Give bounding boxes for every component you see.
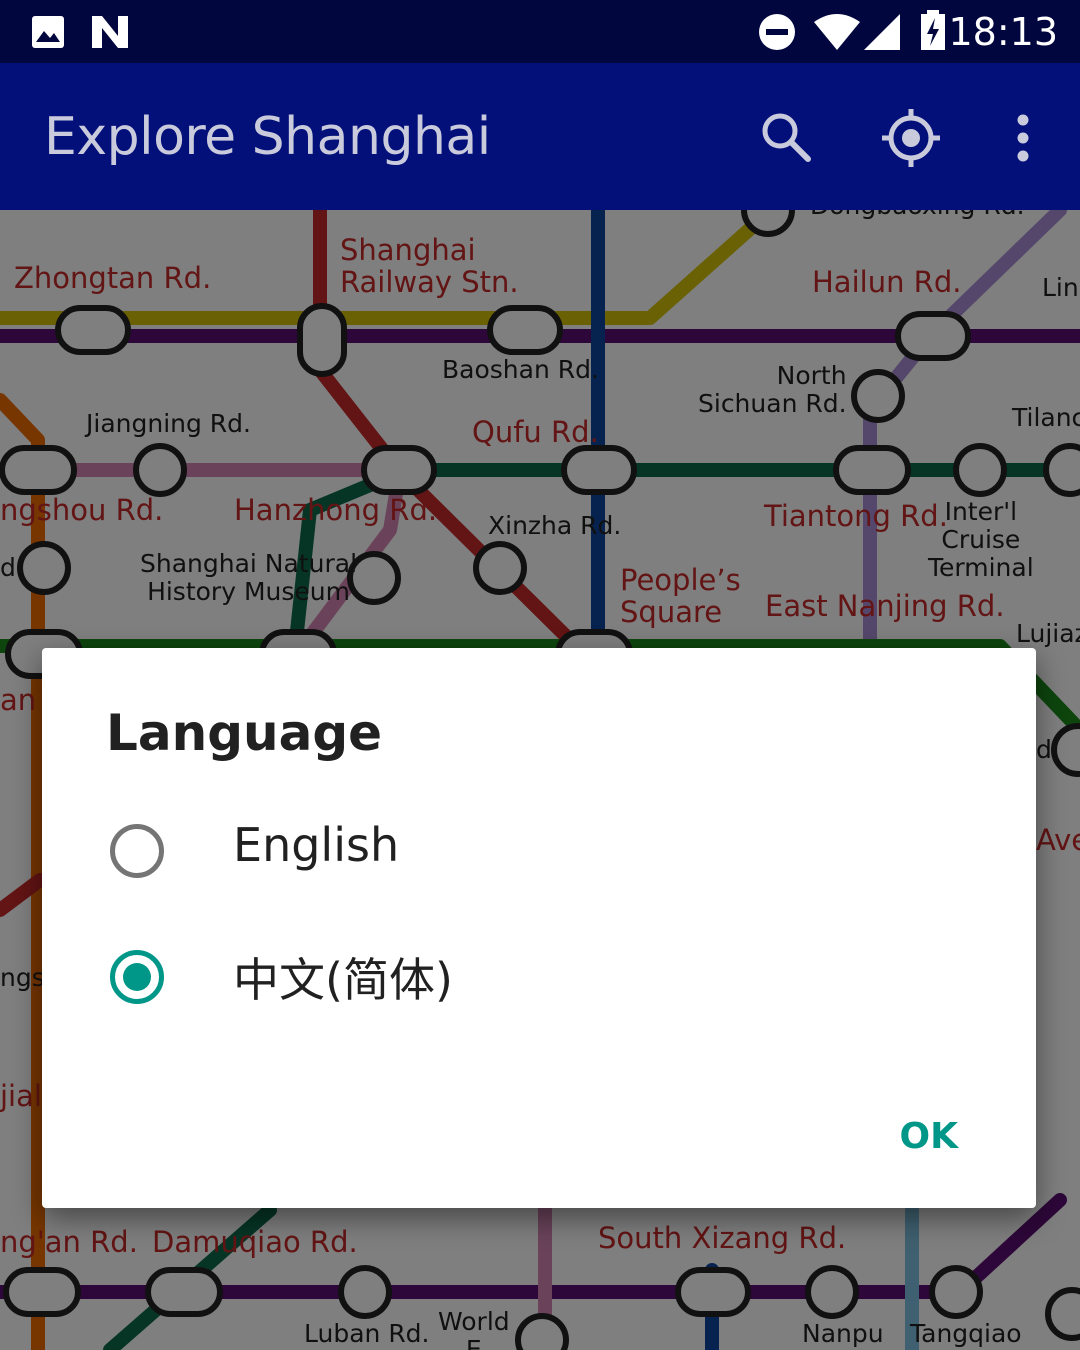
- app-bar: Explore Shanghai: [0, 63, 1080, 210]
- locate-icon[interactable]: [880, 107, 942, 169]
- wifi-icon: [814, 14, 860, 50]
- signal-icon: [864, 14, 900, 50]
- dialog-title: Language: [106, 704, 383, 762]
- n-logo-icon: [92, 16, 128, 48]
- radio-button-checked[interactable]: [110, 950, 164, 1004]
- image-icon: [32, 16, 64, 48]
- ok-button[interactable]: OK: [892, 1112, 967, 1161]
- status-time: 18:13: [948, 10, 1058, 54]
- language-option-chinese[interactable]: 中文(简体): [42, 922, 1036, 1032]
- search-icon[interactable]: [758, 109, 814, 165]
- app-title: Explore Shanghai: [44, 107, 491, 167]
- overflow-menu-icon[interactable]: [1010, 113, 1036, 163]
- language-dialog: Language English 中文(简体) OK: [42, 648, 1036, 1208]
- language-option-label: 中文(简体): [233, 953, 453, 1007]
- language-option-label: English: [233, 818, 400, 872]
- language-option-english[interactable]: English: [42, 796, 1036, 906]
- status-bar: 18:13: [0, 0, 1080, 63]
- radio-button-unchecked[interactable]: [110, 824, 164, 878]
- battery-charging-icon: [921, 10, 945, 50]
- do-not-disturb-icon: [759, 14, 795, 50]
